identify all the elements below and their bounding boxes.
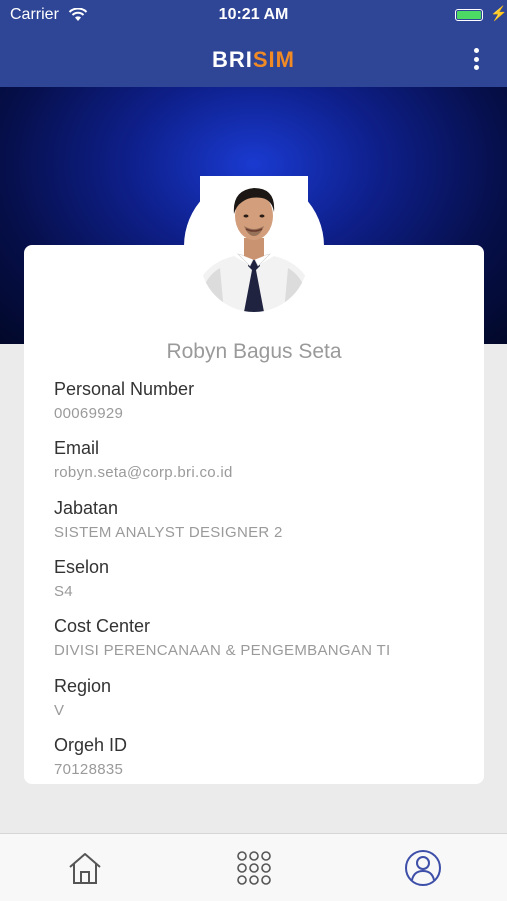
field-eselon: Eselon S4: [54, 556, 474, 602]
logo-bri: BRI: [211, 47, 253, 72]
app-logo: BRISIM: [0, 47, 507, 73]
field-label: Region: [54, 676, 112, 696]
charging-icon: ⚡: [490, 5, 507, 21]
tab-bar: [0, 833, 507, 901]
field-label: Jabatan: [54, 498, 119, 518]
field-personal-number: Personal Number 00069929: [54, 378, 474, 424]
field-jabatan: Jabatan SISTEM ANALYST DESIGNER 2: [54, 497, 474, 543]
field-value: S4: [54, 583, 73, 600]
more-menu-button[interactable]: [466, 46, 486, 72]
apps-grid-icon: [237, 851, 271, 885]
avatar-photo: [200, 176, 308, 312]
tab-apps[interactable]: [234, 848, 274, 888]
profile-name: Robyn Bagus Seta: [166, 340, 342, 363]
profile-icon: [405, 850, 441, 886]
field-value: 00069929: [54, 405, 124, 422]
top-bar: Carrier 10:21 AM ⚡ BRISIM: [0, 0, 507, 87]
home-icon: [69, 853, 101, 884]
field-value: DIVISI PERENCANAAN & PENGEMBANGAN TI: [54, 642, 391, 659]
field-value: robyn.seta@corp.bri.co.id: [54, 464, 233, 481]
field-value: SISTEM ANALYST DESIGNER 2: [54, 524, 283, 541]
field-label: Email: [54, 438, 100, 458]
logo-sim: SIM: [252, 47, 295, 72]
field-label: Orgeh ID: [54, 735, 128, 755]
battery-icon: [455, 9, 483, 21]
field-value: 70128835: [54, 761, 124, 778]
field-orgeh-id: Orgeh ID 70128835: [54, 734, 474, 780]
field-region: Region V: [54, 675, 474, 721]
avatar: [200, 176, 308, 312]
field-label: Eselon: [54, 557, 110, 577]
field-cost-center: Cost Center DIVISI PERENCANAAN & PENGEMB…: [54, 615, 474, 661]
tab-profile[interactable]: [403, 848, 443, 888]
status-bar: Carrier 10:21 AM ⚡: [0, 0, 507, 30]
field-value: V: [54, 702, 65, 719]
field-email: Email robyn.seta@corp.bri.co.id: [54, 437, 474, 483]
field-label: Personal Number: [54, 379, 195, 399]
more-dots-icon: [473, 48, 479, 53]
clock: 10:21 AM: [218, 6, 289, 23]
tab-home[interactable]: [65, 848, 105, 888]
field-label: Cost Center: [54, 616, 151, 636]
